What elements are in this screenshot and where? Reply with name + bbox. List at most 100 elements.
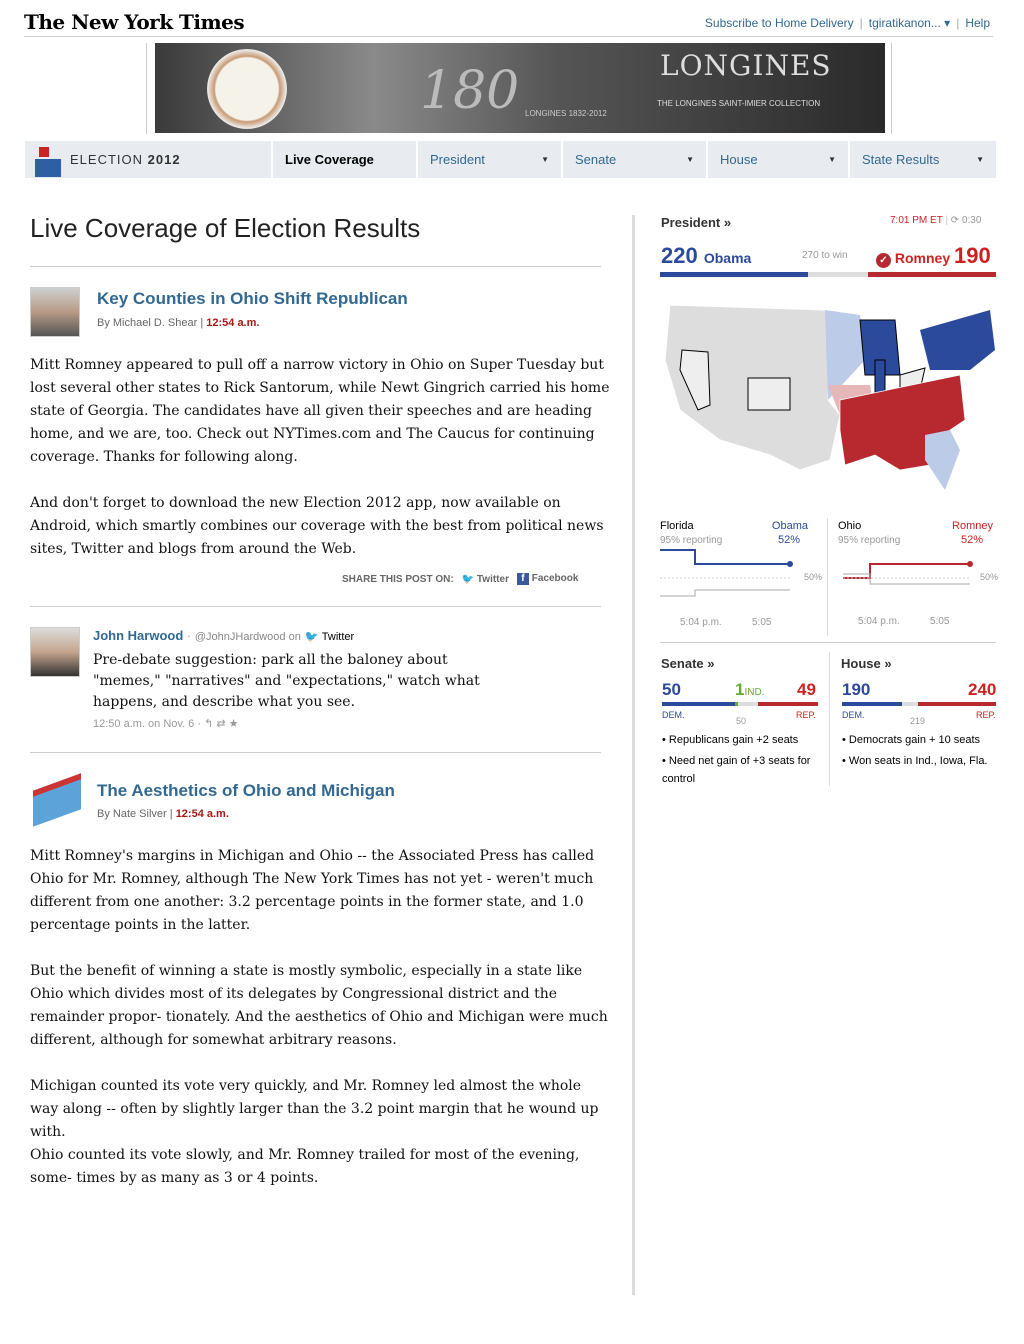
retweet-icon[interactable]: ⇄ bbox=[216, 718, 225, 730]
tweet-author[interactable]: John Harwood bbox=[93, 628, 183, 643]
author-photo bbox=[30, 287, 80, 337]
watch-image bbox=[207, 49, 287, 129]
avatar bbox=[30, 627, 80, 677]
check-icon: ✓ bbox=[876, 253, 891, 268]
house-link[interactable]: House » bbox=[841, 656, 892, 671]
post-paragraph: Mitt Romney appeared to pull off a narro… bbox=[30, 357, 610, 465]
tab-live-coverage[interactable]: Live Coverage bbox=[271, 141, 416, 178]
state-name: Ohio bbox=[838, 520, 862, 532]
romney-total: ✓ Romney 190 bbox=[876, 243, 991, 269]
senate-link[interactable]: Senate » bbox=[661, 656, 714, 671]
time-label: 5:05 bbox=[752, 617, 772, 628]
chevron-down-icon: ▼ bbox=[541, 155, 549, 164]
favorite-icon[interactable]: ★ bbox=[229, 718, 239, 730]
vote-pct: 52% bbox=[777, 534, 800, 546]
chevron-down-icon: ▼ bbox=[686, 155, 694, 164]
tweet-header: John Harwood · @JohnJHardwood on 🐦 Twitt… bbox=[93, 628, 355, 643]
post-byline: By Michael D. Shear | 12:54 a.m. bbox=[97, 317, 260, 329]
user-menu[interactable]: tgiratikanon... ▾ bbox=[869, 16, 950, 30]
post-paragraph: Mitt Romney's margins in Michigan and Oh… bbox=[30, 848, 595, 933]
ad-anniversary: 180 bbox=[420, 61, 520, 121]
post-paragraph: Michigan counted its vote very quickly, … bbox=[30, 1078, 599, 1140]
rep-label: REP. bbox=[796, 710, 816, 720]
tweet-time[interactable]: 12:50 a.m. on Nov. 6 bbox=[93, 718, 194, 730]
election-year: 2012 bbox=[147, 152, 181, 167]
ohio-trend bbox=[843, 561, 973, 585]
page-title: Live Coverage of Election Results bbox=[30, 213, 421, 243]
chevron-down-icon: ▾ bbox=[944, 16, 951, 30]
electoral-map[interactable] bbox=[660, 290, 996, 500]
reporting-pct: 95% reporting bbox=[838, 535, 901, 546]
senate-note: • Republicans gain +2 seats bbox=[662, 734, 799, 746]
tab-senate[interactable]: Senate ▼ bbox=[561, 141, 706, 178]
tab-president[interactable]: President ▼ bbox=[416, 141, 561, 178]
ad-brand: LONGINES bbox=[660, 49, 832, 82]
share-label: SHARE THIS POST ON: bbox=[342, 573, 454, 585]
president-link[interactable]: President » bbox=[661, 215, 731, 230]
senate-bar bbox=[662, 702, 818, 706]
obama-total: 220 Obama bbox=[661, 243, 752, 268]
tweet-footer: 12:50 a.m. on Nov. 6 · ↰ ⇄ ★ bbox=[93, 718, 239, 730]
tweet-handle[interactable]: @JohnJHardwood on bbox=[195, 631, 301, 643]
chevron-down-icon: ▼ bbox=[976, 155, 984, 164]
twitter-icon: 🐦 bbox=[304, 631, 319, 643]
rep-label: REP. bbox=[976, 710, 996, 720]
senate-dem: 50 bbox=[662, 680, 681, 699]
senate-ind: 1IND. bbox=[735, 680, 765, 699]
house-note: • Democrats gain + 10 seats bbox=[842, 734, 981, 746]
time-label: 5:04 p.m. bbox=[858, 616, 900, 627]
reply-icon[interactable]: ↰ bbox=[204, 718, 213, 730]
post-title[interactable]: Key Counties in Ohio Shift Republican bbox=[97, 289, 408, 309]
update-time: 7:01 PM ET | ⟳ 0:30 bbox=[890, 215, 982, 226]
top-links: Subscribe to Home Delivery | tgiratikanon… bbox=[704, 16, 990, 30]
house-majority-mark: 219 bbox=[910, 716, 926, 726]
midline-label: 50% bbox=[803, 572, 822, 582]
chevron-down-icon: ▼ bbox=[828, 155, 836, 164]
leading-candidate: Obama bbox=[771, 520, 808, 532]
subscribe-link[interactable]: Subscribe to Home Delivery bbox=[705, 16, 854, 30]
ad-years: LONGINES 1832-2012 bbox=[525, 109, 607, 118]
vote-pct: 52% bbox=[960, 534, 983, 546]
to-win-label: 270 to win bbox=[802, 250, 848, 261]
nyt-logo[interactable]: The New York Times bbox=[24, 10, 245, 34]
florida-trend bbox=[660, 549, 793, 597]
facebook-icon: f bbox=[516, 573, 529, 585]
senate-note: • Need net gain of +3 seats for control bbox=[662, 755, 811, 785]
obama-bar-fill bbox=[660, 272, 808, 277]
tab-house[interactable]: House ▼ bbox=[706, 141, 848, 178]
romney-bar-fill bbox=[868, 272, 996, 277]
tweet-text: Pre-debate suggestion: park all the balo… bbox=[93, 652, 480, 710]
house-note: • Won seats in Ind., Iowa, Fla. bbox=[842, 755, 988, 767]
help-link[interactable]: Help bbox=[965, 16, 990, 30]
calculator-icon bbox=[33, 773, 81, 827]
house-dem: 190 bbox=[842, 680, 871, 699]
share-bar: SHARE THIS POST ON: 🐦 Twitter f Facebook bbox=[342, 573, 578, 585]
election-label: ELECTION bbox=[70, 152, 144, 167]
ad-tagline: THE LONGINES SAINT-IMIER COLLECTION bbox=[657, 99, 821, 108]
post-title[interactable]: The Aesthetics of Ohio and Michigan bbox=[97, 781, 395, 801]
midline-label: 50% bbox=[979, 572, 998, 582]
dem-label: DEM. bbox=[842, 710, 865, 720]
leading-candidate: Romney bbox=[952, 520, 993, 532]
dem-label: DEM. bbox=[662, 710, 685, 720]
post-paragraph: Ohio counted its vote slowly, and Mr. Ro… bbox=[30, 1147, 580, 1186]
house-rep: 240 bbox=[968, 680, 997, 699]
time-label: 5:04 p.m. bbox=[680, 617, 722, 628]
ballot-box-icon bbox=[35, 147, 61, 177]
twitter-share-button[interactable]: 🐦 Twitter bbox=[462, 574, 509, 585]
facebook-share-button[interactable]: f Facebook bbox=[516, 573, 578, 585]
state-name: Florida bbox=[660, 520, 694, 532]
post-paragraph: But the benefit of winning a state is mo… bbox=[30, 963, 608, 1048]
election-nav: ELECTION 2012 Live Coverage President ▼ S… bbox=[25, 141, 996, 178]
longines-ad[interactable]: 180 LONGINES 1832-2012 LONGINES THE LONG… bbox=[155, 43, 885, 133]
column-divider bbox=[632, 215, 635, 1295]
electoral-bar bbox=[660, 272, 996, 277]
tab-state-results[interactable]: State Results ▼ bbox=[848, 141, 996, 178]
post-byline: By Nate Silver | 12:54 a.m. bbox=[97, 808, 229, 820]
house-bar bbox=[842, 702, 996, 706]
refresh-icon[interactable]: ⟳ bbox=[951, 215, 959, 226]
time-label: 5:05 bbox=[930, 616, 950, 627]
twitter-link[interactable]: Twitter bbox=[322, 631, 354, 643]
post-paragraph: And don't forget to download the new Ele… bbox=[30, 495, 604, 557]
senate-rep: 49 bbox=[797, 680, 816, 699]
